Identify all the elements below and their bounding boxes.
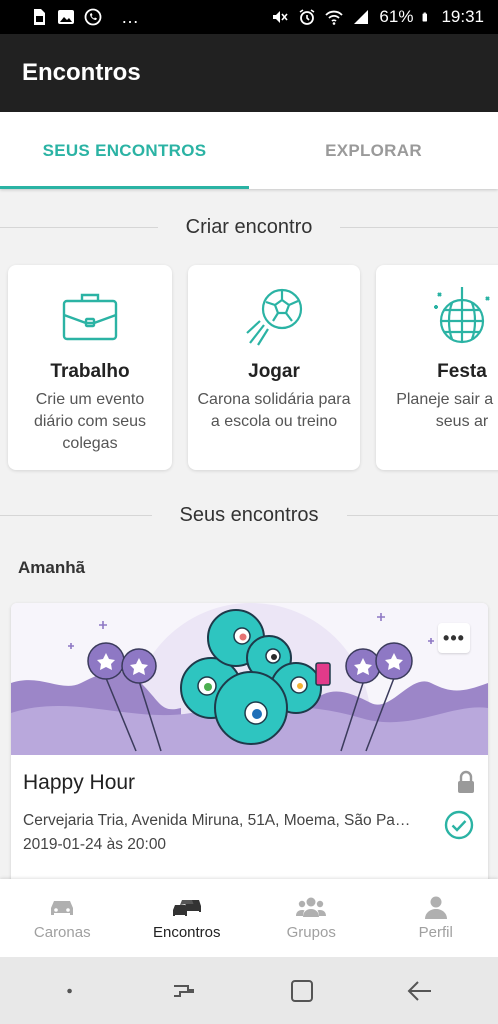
back-icon[interactable]: [405, 977, 433, 1005]
wifi-icon: [325, 10, 344, 25]
system-navigation-bar: [0, 957, 498, 1024]
more-notifications: …: [121, 6, 140, 27]
event-title: Happy Hour: [23, 771, 136, 794]
nav-label: Perfil: [418, 924, 453, 941]
disco-ball-icon: [434, 287, 490, 344]
nav-label: Grupos: [286, 924, 336, 941]
gallery-icon: [58, 10, 74, 24]
soccer-ball-icon: [246, 288, 303, 346]
battery-icon: [423, 12, 428, 22]
event-more-button[interactable]: •••: [438, 623, 470, 653]
content-scroll[interactable]: Criar encontro Trabalho Crie um evento d…: [0, 189, 498, 879]
create-section-title: Criar encontro: [0, 216, 498, 239]
briefcase-icon: [62, 293, 118, 341]
nav-item-perfil[interactable]: Perfil: [374, 879, 498, 957]
home-icon[interactable]: [288, 977, 316, 1005]
category-title: Festa: [437, 361, 487, 382]
person-icon: [424, 896, 447, 919]
dot-icon[interactable]: [65, 977, 81, 1005]
app-bar: Encontros: [0, 34, 498, 112]
category-title: Jogar: [248, 361, 300, 382]
category-description: Crie um evento diário com seus colegas: [33, 391, 147, 452]
alarm-icon: [299, 9, 315, 25]
whatsapp-icon: [84, 8, 102, 26]
event-card[interactable]: ••• Happy Hour Cervejaria Tria, Avenida …: [11, 603, 488, 879]
category-card-jogar[interactable]: Jogar Carona solidária para a escola ou …: [188, 265, 360, 470]
tab-explorar[interactable]: EXPLORAR: [249, 112, 498, 189]
page-title: Encontros: [22, 59, 141, 86]
day-label: Amanhã: [18, 558, 86, 577]
tab-bar: SEUS ENCONTROS EXPLORAR: [0, 112, 498, 189]
signal-icon: [354, 10, 369, 24]
nav-label: Encontros: [152, 924, 221, 941]
my-section-label: Seus encontros: [179, 504, 319, 526]
nav-item-grupos[interactable]: Grupos: [249, 879, 374, 957]
cars-icon: [172, 900, 201, 916]
nav-label: Caronas: [33, 924, 91, 941]
group-icon: [296, 897, 327, 917]
battery-percent: 61%: [379, 7, 414, 26]
category-description: Planeje sair a com seus ar: [396, 391, 498, 430]
clock: 19:31: [441, 7, 484, 26]
nav-item-encontros[interactable]: Encontros: [125, 879, 250, 957]
event-address: Cervejaria Tria, Avenida Miruna, 51A, Mo…: [23, 812, 411, 829]
event-datetime: 2019-01-24 às 20:00: [23, 836, 167, 853]
bottom-navigation: Caronas Encontros Grupos Perfil: [0, 879, 498, 957]
category-card-festa[interactable]: Festa Planeje sair a com seus ar: [376, 265, 498, 470]
lock-icon: [458, 770, 474, 793]
tab-seus-encontros[interactable]: SEUS ENCONTROS: [0, 112, 249, 189]
my-section-title: Seus encontros: [0, 504, 498, 527]
event-banner-illustration: [11, 603, 488, 755]
status-bar: … 61% 19:31: [0, 0, 498, 34]
category-description: Carona solidária para a escola ou treino: [197, 391, 351, 430]
category-title: Trabalho: [50, 361, 130, 382]
recent-apps-icon[interactable]: [170, 977, 198, 1005]
car-icon: [51, 901, 74, 915]
confirmed-check-icon: [444, 810, 474, 840]
mute-icon: [273, 11, 289, 23]
sim-card-icon: [34, 9, 45, 25]
category-card-trabalho[interactable]: Trabalho Crie um evento diário com seus …: [8, 265, 172, 470]
create-section-label: Criar encontro: [185, 216, 313, 238]
nav-item-caronas[interactable]: Caronas: [0, 879, 125, 957]
